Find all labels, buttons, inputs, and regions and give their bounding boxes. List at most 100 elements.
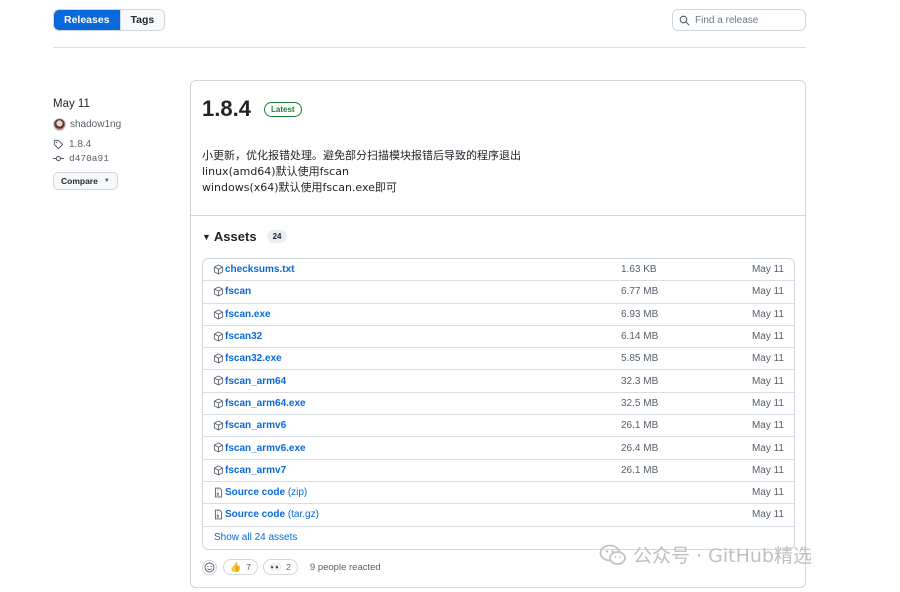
asset-row: checksums.txt 1.63 KB May 11 [203,259,794,282]
file-zip-icon [213,487,224,498]
asset-link[interactable]: fscan_arm64.exe [225,398,306,409]
package-icon [213,375,224,386]
asset-date: May 11 [751,420,784,432]
asset-date: May 11 [751,375,784,387]
package-icon [213,353,224,364]
search-input[interactable] [695,14,800,26]
asset-name: fscan_arm64 [225,375,287,387]
asset-size: 1.63 KB [621,264,657,276]
asset-row: fscan.exe 6.93 MB May 11 [203,304,794,326]
asset-name: fscan_armv7 [225,464,287,476]
asset-link[interactable]: fscan_arm64 [225,376,286,387]
asset-date: May 11 [751,464,784,476]
triangle-down-icon: ▼ [202,231,211,242]
file-zip-icon [213,509,224,520]
asset-date: May 11 [751,487,784,499]
smiley-icon [204,562,215,572]
eyes-reaction[interactable]: 👀 2 [262,559,298,575]
asset-link[interactable]: fscan_armv6 [225,420,286,431]
asset-size: 6.93 MB [621,308,659,320]
asset-link[interactable]: fscan_armv6.exe [225,443,306,454]
package-icon [213,442,224,453]
asset-ext: (zip) [287,487,308,499]
chevron-down-icon: ▼ [103,178,110,184]
tag-icon [53,139,64,150]
asset-link[interactable]: fscan.exe [225,309,271,320]
releases-tab[interactable]: Releases [54,10,120,30]
show-all-assets-link[interactable]: Show all 24 assets [214,532,297,543]
asset-date: May 11 [751,264,784,276]
asset-row: fscan32.exe 5.85 MB May 11 [203,348,794,371]
latest-badge: Latest [264,102,302,117]
asset-name: fscan32.exe [225,353,282,365]
asset-size: 5.85 MB [621,353,659,365]
author-name[interactable]: shadow1ng [70,119,121,130]
asset-date: May 11 [751,286,784,298]
asset-link[interactable]: Source code (zip) [225,487,307,498]
asset-link[interactable]: fscan32.exe [225,353,282,364]
wechat-icon [599,544,626,565]
asset-row: fscan_arm64.exe 32.5 MB May 11 [203,393,794,416]
compare-button[interactable]: Compare ▼ [53,172,118,190]
asset-size: 6.77 MB [621,286,659,298]
reactions-bar: 👍 7 👀 2 9 people reacted [202,559,381,575]
eyes-icon: 👀 [269,561,282,572]
asset-size: 6.14 MB [621,331,659,343]
release-title[interactable]: 1.8.4 [202,96,251,122]
asset-name: fscan32 [225,331,263,343]
thumbs-up-icon: 👍 [230,561,242,572]
avatar[interactable] [53,118,66,131]
asset-link[interactable]: fscan [225,286,251,297]
assets-count-badge: 24 [266,230,288,243]
package-icon [213,420,224,431]
asset-row: fscan 6.77 MB May 11 [203,281,794,304]
asset-link[interactable]: checksums.txt [225,264,294,275]
commit-hash[interactable]: d470a91 [69,153,109,164]
assets-toggle[interactable]: ▼ Assets 24 [202,229,288,244]
thumbs-up-count: 7 [246,562,251,572]
tag-label[interactable]: 1.8.4 [69,139,91,150]
asset-row: fscan_armv7 26.1 MB May 11 [203,460,794,482]
package-icon [213,309,224,320]
release-note-line: windows(x64)默认使用fscan.exe即可 [202,181,397,194]
asset-name: fscan.exe [225,308,271,320]
assets-list: checksums.txt 1.63 KB May 11 fscan 6.77 MB Ma… [202,258,795,550]
asset-link[interactable]: fscan32 [225,331,262,342]
package-icon [213,465,224,476]
asset-date: May 11 [751,353,784,365]
package-icon [213,331,224,342]
asset-ext: (tar.gz) [287,509,319,521]
asset-date: May 11 [751,331,784,343]
asset-size: 26.4 MB [621,442,659,454]
asset-name: fscan_armv6.exe [225,442,306,454]
thumbs-up-reaction[interactable]: 👍 7 [223,559,258,575]
asset-date: May 11 [751,308,784,320]
asset-size: 26.1 MB [621,420,659,432]
asset-row: fscan_armv6.exe 26.4 MB May 11 [203,437,794,460]
tags-tab[interactable]: Tags [119,10,165,30]
commit-icon [53,155,64,162]
asset-link[interactable]: fscan_armv7 [225,465,286,476]
package-icon [213,264,224,275]
asset-name: fscan [225,286,252,298]
section-divider [191,215,805,216]
search-icon [679,15,690,26]
release-notes: 小更新，优化报错处理。避免部分扫描模块报错后导致的程序退出 linux(amd6… [202,148,521,196]
asset-link[interactable]: Source code (tar.gz) [225,509,319,520]
asset-size: 32.5 MB [621,397,659,409]
asset-date: May 11 [751,509,784,521]
asset-date: May 11 [751,442,784,454]
assets-title: Assets [213,229,257,244]
asset-name: checksums.txt [225,264,295,276]
release-card: 1.8.4 Latest 小更新，优化报错处理。避免部分扫描模块报错后导致的程序… [190,80,806,588]
asset-row: Source code (tar.gz) May 11 [203,504,794,527]
release-commit[interactable]: d470a91 [53,153,109,164]
release-tag[interactable]: 1.8.4 [53,139,91,150]
add-reaction-button[interactable] [202,559,217,575]
release-note-line: 小更新，优化报错处理。避免部分扫描模块报错后导致的程序退出 [202,149,521,162]
release-date: May 11 [53,98,90,110]
package-icon [213,398,224,409]
asset-row: fscan32 6.14 MB May 11 [203,326,794,349]
find-release-search[interactable] [672,9,806,31]
release-author[interactable]: shadow1ng [53,118,121,131]
